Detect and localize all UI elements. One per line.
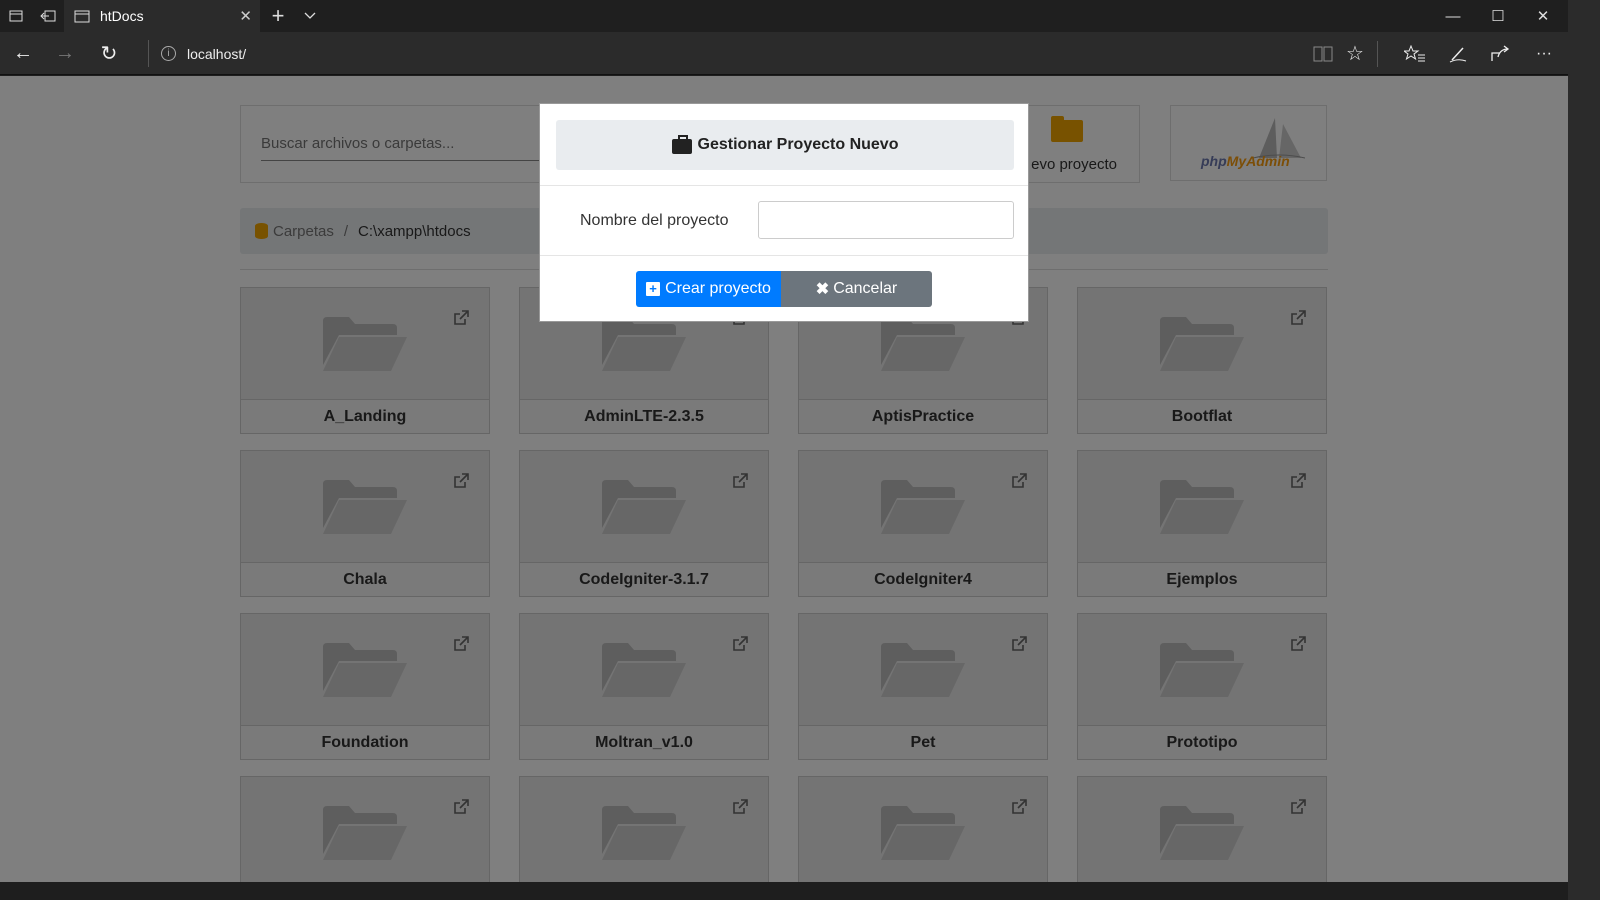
briefcase-icon <box>671 134 692 154</box>
cancel-label: Cancelar <box>833 280 898 297</box>
close-window-icon[interactable]: ✕ <box>1521 0 1565 32</box>
window-edge <box>1568 0 1600 900</box>
close-icon: ✖ <box>815 281 830 298</box>
maximize-icon[interactable]: ☐ <box>1476 0 1520 32</box>
pen-icon[interactable] <box>1438 32 1478 75</box>
refresh-icon[interactable]: ↻ <box>89 32 129 75</box>
modal-divider <box>540 185 1028 186</box>
new-project-modal: Gestionar Proyecto Nuevo Nombre del proy… <box>539 103 1029 322</box>
tab-htdocs[interactable]: htDocs ✕ <box>64 0 260 32</box>
close-tab-icon[interactable]: ✕ <box>239 7 252 25</box>
favorite-star-icon[interactable]: ☆ <box>1335 32 1375 75</box>
modal-header: Gestionar Proyecto Nuevo <box>556 120 1014 170</box>
page-icon <box>74 10 90 22</box>
info-icon[interactable]: i <box>161 46 176 61</box>
toolbar-divider <box>1377 41 1378 67</box>
set-aside-icon[interactable] <box>32 0 64 32</box>
new-tab-icon[interactable]: + <box>262 0 294 32</box>
nav-bar: ← → ↻ i localhost/ ☆ ··· <box>0 32 1568 75</box>
create-project-label: Crear proyecto <box>665 280 771 297</box>
plus-square-icon: + <box>646 282 661 296</box>
url-text: localhost/ <box>187 45 247 62</box>
tab-title: htDocs <box>100 8 144 24</box>
create-project-button[interactable]: + Crear proyecto <box>636 271 781 307</box>
chevron-down-icon[interactable] <box>294 0 326 32</box>
more-icon[interactable]: ··· <box>1524 32 1564 75</box>
share-icon[interactable] <box>1480 32 1520 75</box>
browser-window: htDocs ✕ + — ☐ ✕ ← → ↻ i localhost/ ☆ ··… <box>0 0 1568 882</box>
cancel-button[interactable]: ✖ Cancelar <box>781 271 932 307</box>
address-bar[interactable]: i localhost/ <box>148 40 246 67</box>
tabs-aside-icon[interactable] <box>0 0 32 32</box>
project-name-label: Nombre del proyecto <box>580 212 729 229</box>
minimize-icon[interactable]: — <box>1431 0 1475 32</box>
star-list-icon[interactable] <box>1395 32 1435 75</box>
modal-divider <box>540 255 1028 256</box>
project-name-input[interactable] <box>758 201 1014 239</box>
title-bar: htDocs ✕ + — ☐ ✕ <box>0 0 1568 32</box>
forward-icon[interactable]: → <box>45 32 85 75</box>
modal-title: Gestionar Proyecto Nuevo <box>697 136 899 153</box>
back-icon[interactable]: ← <box>3 32 43 75</box>
window-edge-bottom <box>0 882 1568 900</box>
